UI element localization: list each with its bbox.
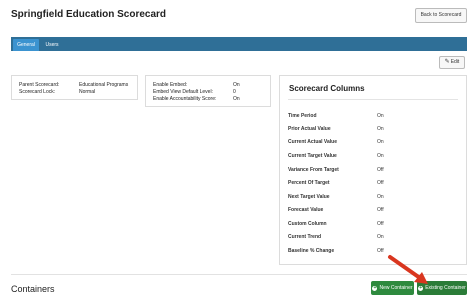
embed-settings-card: Enable Embed: On Embed View Default Leve… (145, 75, 271, 107)
divider (288, 99, 458, 100)
edit-button-label: Edit (450, 59, 460, 65)
column-row-current-target: Current Target Value On (288, 153, 398, 161)
column-value: On (377, 153, 384, 159)
scorecard-settings-page: Springfield Education Scorecard Back to … (0, 0, 474, 301)
column-row-current-actual: Current Actual Value On (288, 139, 398, 147)
column-row-prior-actual: Prior Actual Value On (288, 126, 398, 134)
column-label: Next Target Value (288, 194, 330, 200)
column-row-variance: Variance From Target Off (288, 167, 398, 175)
column-row-forecast: Forecast Value Off (288, 207, 398, 215)
column-label: Current Trend (288, 234, 322, 240)
column-label: Current Actual Value (288, 139, 337, 145)
column-row-current-trend: Current Trend On (288, 234, 398, 242)
column-value: On (377, 139, 384, 145)
enable-embed-label: Enable Embed: (153, 82, 188, 88)
embed-default-level-value: 0 (233, 89, 236, 95)
column-label: Baseline % Change (288, 248, 335, 254)
edit-button[interactable]: ✎Edit (439, 56, 465, 69)
edit-icon: ✎ (444, 59, 450, 65)
back-to-scorecard-button[interactable]: Back to Scorecard (415, 8, 467, 23)
column-value: On (377, 234, 384, 240)
plus-circle-icon: + (372, 285, 378, 291)
accountability-score-label: Enable Accountability Score: (153, 96, 217, 102)
tab-users[interactable]: Users (41, 39, 63, 51)
page-title: Springfield Education Scorecard (11, 9, 167, 20)
column-row-time-period: Time Period On (288, 113, 398, 121)
tab-general[interactable]: General (13, 39, 39, 51)
column-label: Variance From Target (288, 167, 339, 173)
column-row-custom: Custom Column Off (288, 221, 398, 229)
scorecard-lock-value: Normal (79, 89, 96, 95)
scorecard-lock-label: Scorecard Lock: (19, 89, 56, 95)
embed-default-level-label: Embed View Default Level: (153, 89, 213, 95)
tab-bar: General Users (11, 37, 467, 51)
column-value: Off (377, 180, 384, 186)
parent-scorecard-value: Educational Programs (79, 82, 129, 88)
column-label: Time Period (288, 113, 317, 119)
column-label: Custom Column (288, 221, 327, 227)
column-value: On (377, 126, 384, 132)
accountability-score-value: On (233, 96, 240, 102)
column-value: On (377, 194, 384, 200)
column-label: Forecast Value (288, 207, 324, 213)
enable-embed-value: On (233, 82, 240, 88)
annotation-arrow-icon (388, 255, 428, 284)
column-value: On (377, 113, 384, 119)
containers-title: Containers (11, 284, 55, 294)
scorecard-columns-card: Scorecard Columns Time Period On Prior A… (279, 75, 467, 265)
column-label: Prior Actual Value (288, 126, 331, 132)
column-row-baseline-change: Baseline % Change Off (288, 248, 398, 256)
scorecard-properties-card: Parent Scorecard: Educational Programs S… (11, 75, 138, 100)
column-value: Off (377, 167, 384, 173)
parent-scorecard-label: Parent Scorecard: (19, 82, 60, 88)
column-value: Off (377, 248, 384, 254)
column-row-percent-of-target: Percent Of Target Off (288, 180, 398, 188)
column-label: Current Target Value (288, 153, 337, 159)
scorecard-columns-title: Scorecard Columns (289, 84, 365, 93)
column-value: Off (377, 221, 384, 227)
column-value: Off (377, 207, 384, 213)
column-row-next-target: Next Target Value On (288, 194, 398, 202)
column-label: Percent Of Target (288, 180, 330, 186)
